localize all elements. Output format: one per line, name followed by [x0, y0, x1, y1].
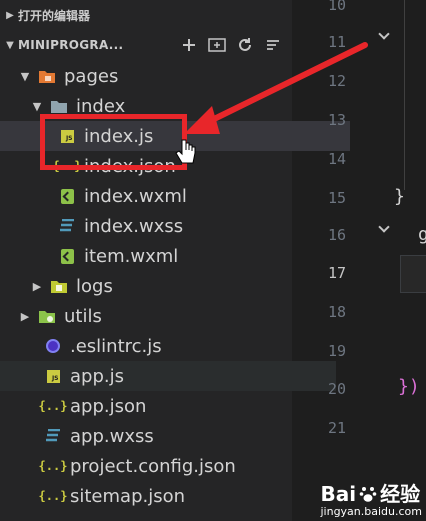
watermark-brand: Bai [320, 482, 357, 506]
watermark-url: jingyan.baidu.com [320, 505, 422, 518]
annotation-arrow-icon [184, 42, 368, 134]
baidu-watermark: Bai 经验 jingyan.baidu.com [320, 484, 422, 517]
watermark-brand-cn: 经验 [380, 482, 421, 506]
paw-icon [359, 487, 377, 502]
hand-cursor-icon [175, 139, 196, 164]
